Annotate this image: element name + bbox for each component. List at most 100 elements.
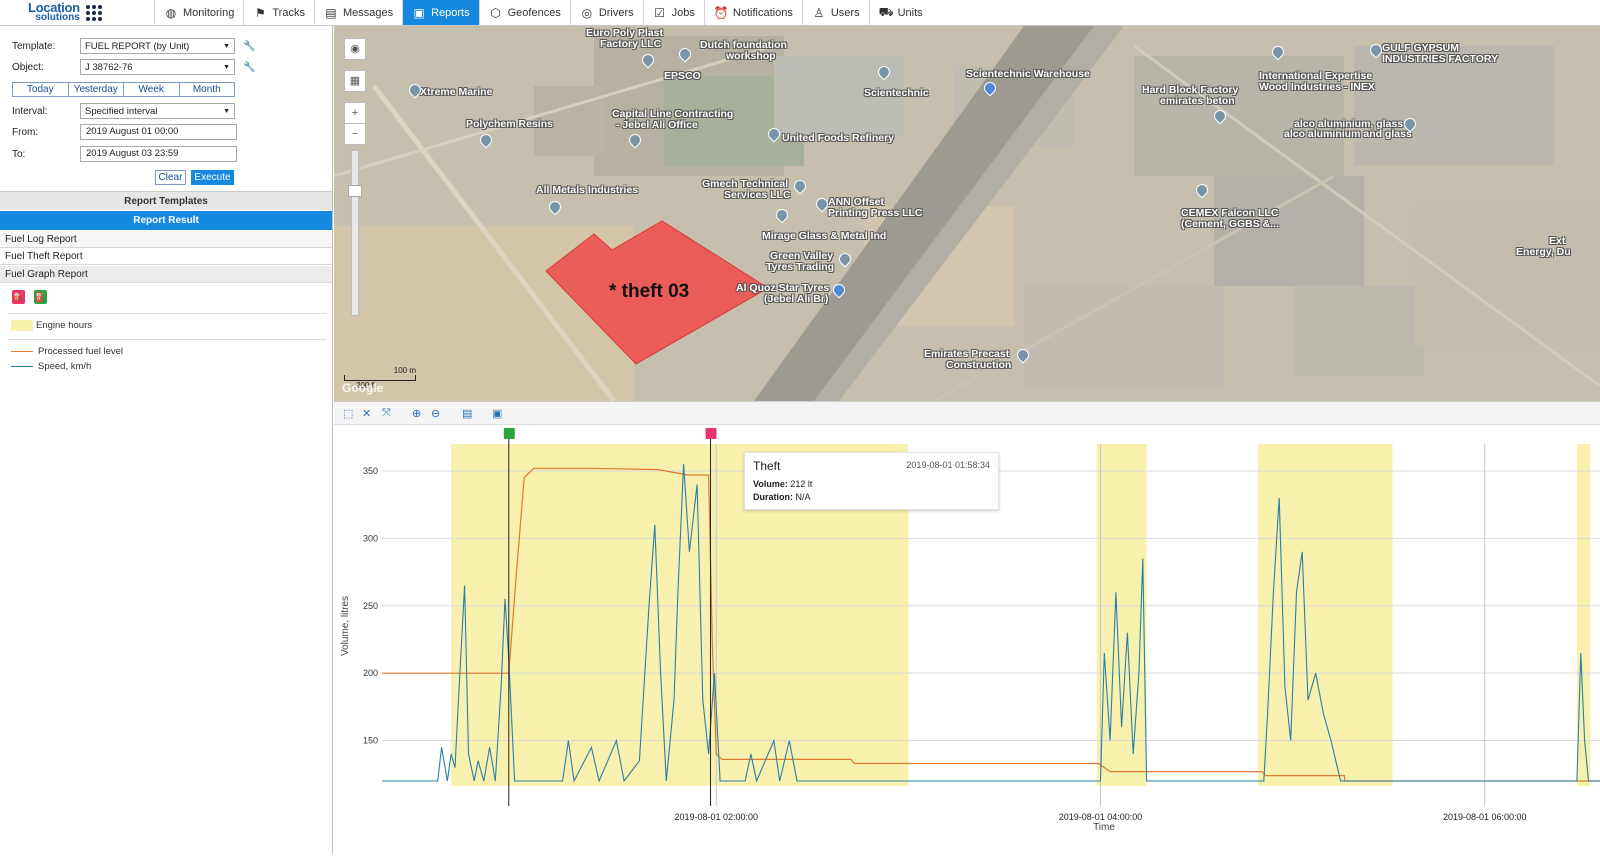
- interval-label: Interval:: [12, 105, 48, 117]
- nav-users[interactable]: ♙ Users: [801, 0, 869, 25]
- tooltip-duration-value: N/A: [795, 492, 811, 502]
- fuel-theft-pump-icon[interactable]: ⛽: [12, 290, 25, 304]
- map-place-label: EPSCO: [664, 70, 701, 82]
- nav-label: Reports: [431, 6, 470, 19]
- zoom-in-button[interactable]: +: [344, 102, 366, 124]
- map-place-label: workshop: [726, 50, 776, 62]
- location-solutions-logo[interactable]: Location solutions: [0, 0, 154, 25]
- report-settings-panel: Template: FUEL REPORT (by Unit) ▼ 🔧 Obje…: [0, 26, 333, 854]
- map-place-label: Mirage Glass & Metal Ind: [762, 230, 887, 242]
- interval-select[interactable]: Specified interval ▼: [80, 103, 235, 119]
- nav-label: Messages: [342, 6, 394, 19]
- reset-x-icon[interactable]: ✕: [362, 407, 371, 420]
- zoom-slider-track[interactable]: [351, 150, 359, 316]
- fuel-graph-report-item[interactable]: Fuel Graph Report: [0, 266, 332, 283]
- zoom-out-icon[interactable]: ⊖: [431, 407, 440, 420]
- today-button[interactable]: Today: [13, 83, 69, 96]
- nav-label: Drivers: [598, 6, 634, 19]
- nav-jobs[interactable]: ☑ Jobs: [642, 0, 704, 25]
- fuel-log-report-item[interactable]: Fuel Log Report: [0, 231, 332, 248]
- geofence-label: * theft 03: [609, 281, 690, 302]
- map-place-label: Scientechnic Warehouse: [966, 68, 1090, 80]
- nav-messages[interactable]: ▤ Messages: [313, 0, 402, 25]
- fuel-theft-report-item[interactable]: Fuel Theft Report: [0, 248, 332, 265]
- zoom-out-button[interactable]: −: [344, 123, 366, 145]
- globe-icon: ◍: [165, 5, 177, 20]
- drivers-icon: ◎: [581, 5, 593, 20]
- zoom-slider-handle[interactable]: [348, 185, 362, 197]
- chevron-down-icon: ▼: [223, 42, 230, 50]
- nav-tracks[interactable]: ⚑ Tracks: [243, 0, 314, 25]
- nav-label: Notifications: [732, 6, 793, 19]
- template-label: Template:: [12, 40, 56, 52]
- map-place-label: Xtreme Marine: [420, 86, 493, 98]
- select-area-icon[interactable]: ⬚: [343, 407, 353, 420]
- to-date-input[interactable]: 2019 August 03 23:59: [80, 146, 237, 162]
- notifications-icon: ⏰: [713, 5, 729, 20]
- reports-icon: ▣: [413, 5, 425, 20]
- report-result-header[interactable]: Report Result: [0, 211, 332, 230]
- engine-hours-band: [1258, 444, 1393, 786]
- template-select[interactable]: FUEL REPORT (by Unit) ▼: [80, 38, 235, 54]
- users-icon: ♙: [813, 5, 825, 20]
- map-layers-icon[interactable]: ▦: [344, 70, 366, 92]
- report-templates-header[interactable]: Report Templates: [0, 191, 332, 210]
- nav-drivers[interactable]: ◎ Drivers: [569, 0, 643, 25]
- messages-icon: ▤: [325, 5, 337, 20]
- wrench-icon[interactable]: 🔧: [243, 62, 255, 73]
- scale-top-label: 100 m: [393, 366, 416, 375]
- map-place-label: (Cement, GGBS &...: [1181, 218, 1280, 230]
- map-view[interactable]: Euro Poly Plast Factory LLC Dutch foundati…: [334, 26, 1600, 401]
- map-place-label: INDUSTRIES FACTORY: [1382, 53, 1499, 65]
- week-button[interactable]: Week: [124, 83, 180, 96]
- fuel-fill-pump-icon[interactable]: ⛽: [34, 290, 47, 304]
- nav-geofences[interactable]: ⬡ Geofences: [478, 0, 570, 25]
- chevron-down-icon: ▼: [223, 107, 230, 115]
- engine-hours-band: [1096, 444, 1147, 786]
- zoom-in-icon[interactable]: ⊕: [412, 407, 421, 420]
- object-select[interactable]: J 38762-76 ▼: [80, 59, 235, 75]
- speed-swatch: [11, 366, 33, 367]
- y-tick-label: 200: [363, 668, 378, 678]
- grid-view-icon[interactable]: ▤: [462, 407, 472, 420]
- satellite-map-layer: [334, 26, 1600, 401]
- tracks-icon: ⚑: [254, 5, 266, 20]
- yesterday-button[interactable]: Yesterday: [68, 83, 124, 96]
- nav-label: Monitoring: [183, 6, 235, 19]
- map-place-label: Printing Press LLC: [828, 207, 923, 219]
- wrench-icon[interactable]: 🔧: [243, 41, 255, 52]
- clear-button[interactable]: Clear: [155, 170, 186, 185]
- eye-icon[interactable]: ◉: [344, 38, 366, 60]
- from-date-input[interactable]: 2019 August 01 00:00: [80, 124, 237, 140]
- map-place-label: alco aluminium and glass: [1284, 128, 1412, 140]
- fuel-graph[interactable]: 150 200 250 300 350 2019-08-01 02:00:00 2019-0…: [334, 426, 1600, 854]
- nav-reports[interactable]: ▣ Reports: [402, 0, 479, 25]
- nav-units[interactable]: ⛟ Units: [868, 0, 932, 25]
- to-label: To:: [12, 148, 26, 160]
- nav-notifications[interactable]: ⏰ Notifications: [703, 0, 802, 25]
- main-nav: ◍ Monitoring ⚑ Tracks ▤ Messages ▣ Reports ⬡ Geof…: [154, 0, 932, 25]
- from-label: From:: [12, 126, 39, 138]
- nav-label: Jobs: [671, 6, 695, 19]
- nav-monitoring[interactable]: ◍ Monitoring: [154, 0, 243, 25]
- y-tick-label: 300: [363, 533, 378, 543]
- map-place-label: Services LLC: [724, 189, 791, 201]
- execute-button[interactable]: Execute: [191, 170, 234, 185]
- tooltip-volume-value: 212 lt: [790, 479, 813, 489]
- chevron-down-icon: ▼: [223, 63, 230, 71]
- map-place-label: Tyres Trading: [766, 261, 835, 273]
- google-attribution: Google: [342, 381, 384, 395]
- y-tick-label: 250: [363, 601, 378, 611]
- y-tick-label: 350: [363, 466, 378, 476]
- map-place-label: Factory LLC: [600, 38, 662, 50]
- fit-view-icon[interactable]: ⤧: [382, 407, 391, 420]
- logo-line2: solutions: [35, 11, 80, 23]
- quick-interval-buttons: Today Yesterday Week Month: [12, 82, 235, 97]
- month-button[interactable]: Month: [179, 83, 234, 96]
- jobs-icon: ☑: [654, 5, 666, 20]
- nav-label: Tracks: [272, 6, 305, 19]
- nav-label: Units: [897, 6, 923, 19]
- object-label: Object:: [12, 61, 44, 73]
- logo-line1: Location: [28, 0, 80, 15]
- screenshot-icon[interactable]: ▣: [492, 407, 502, 420]
